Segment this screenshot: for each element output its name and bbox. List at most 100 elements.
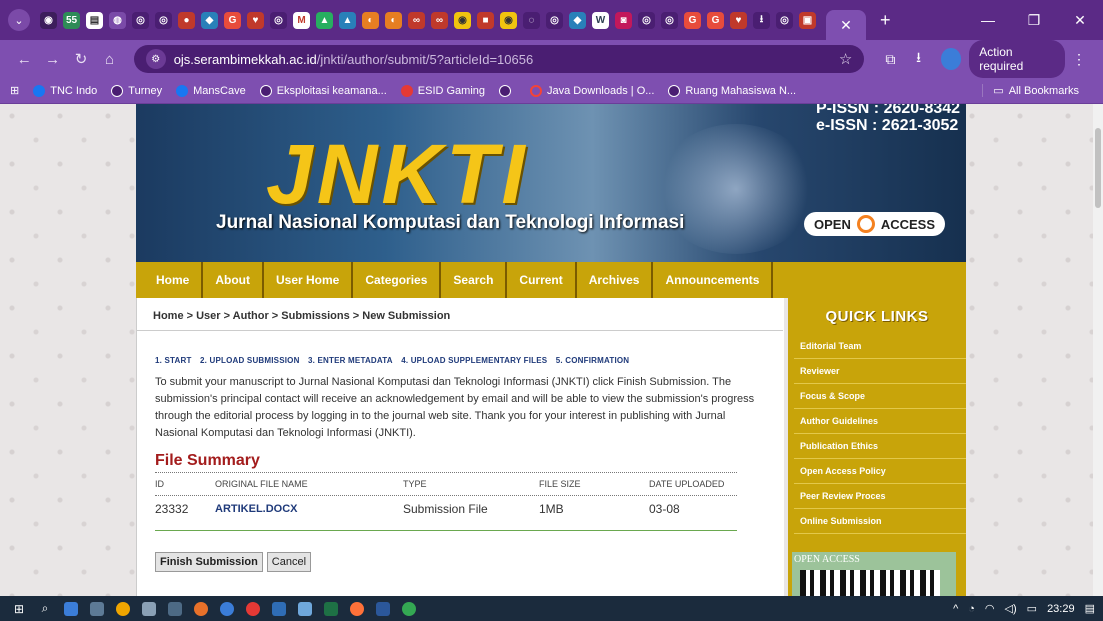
tab-icon[interactable]: ◙ [615, 11, 632, 29]
tab-icon[interactable]: ◐ [362, 11, 379, 29]
tab-icon[interactable]: G [224, 11, 241, 29]
taskbar-app-icon[interactable] [266, 596, 292, 621]
bookmark-item[interactable]: Turney [111, 84, 162, 97]
tab-icon[interactable]: ▤ [86, 11, 103, 29]
tab-icon[interactable]: ♥ [247, 11, 264, 29]
nav-about[interactable]: About [203, 262, 264, 298]
tab-icon[interactable]: ● [178, 11, 195, 29]
all-bookmarks-button[interactable]: ▭ All Bookmarks [982, 84, 1079, 97]
taskbar-app-icon[interactable] [84, 596, 110, 621]
tab-icon[interactable]: ▣ [799, 11, 816, 29]
tab-icon[interactable]: ♥ [730, 11, 747, 29]
step-start[interactable]: 1. START [155, 356, 192, 365]
network-icon[interactable]: ◔ [968, 603, 975, 615]
taskbar-app-icon[interactable] [370, 596, 396, 621]
taskbar-app-icon[interactable] [344, 596, 370, 621]
bookmark-star-icon[interactable]: ☆ [839, 50, 852, 68]
keyboard-icon[interactable]: ▭ [1027, 602, 1037, 615]
tab-icon[interactable]: ■ [477, 11, 494, 29]
clock[interactable]: 23:29 [1047, 603, 1075, 615]
tab-icon[interactable]: ◉ [500, 11, 517, 29]
wifi-icon[interactable]: ◠ [985, 602, 995, 615]
tab-icon[interactable]: ◎ [132, 11, 149, 29]
tab-icon[interactable]: G [707, 11, 724, 29]
restore-icon[interactable]: ❐ [1011, 12, 1057, 29]
chevron-up-icon[interactable]: ^ [953, 603, 958, 615]
volume-icon[interactable]: ◁) [1005, 602, 1017, 615]
taskbar-app-icon[interactable] [136, 596, 162, 621]
tab-icon[interactable]: ▲ [316, 11, 333, 29]
bookmark-item[interactable]: ESID Gaming [400, 84, 485, 97]
nav-home[interactable]: Home [144, 262, 204, 298]
tab-icon[interactable]: ◎ [546, 11, 563, 29]
tab-search-icon[interactable]: ⌄ [8, 9, 30, 31]
bookmark-item[interactable]: Ruang Mahasiswa N... [668, 84, 796, 97]
nav-search[interactable]: Search [441, 262, 508, 298]
sidebar-link-author-guidelines[interactable]: Author Guidelines [794, 409, 966, 434]
tab-icon[interactable]: ◎ [155, 11, 172, 29]
forward-icon[interactable]: → [38, 51, 66, 68]
close-tab-icon[interactable]: ✕ [826, 10, 866, 40]
tab-icon[interactable]: ◆ [569, 11, 586, 29]
sidebar-link-open-access-policy[interactable]: Open Access Policy [794, 459, 966, 484]
tab-icon[interactable]: ◎ [638, 11, 655, 29]
taskbar-app-icon[interactable] [188, 596, 214, 621]
sidebar-link-editorial-team[interactable]: Editorial Team [794, 334, 966, 359]
minimize-icon[interactable]: — [965, 12, 1011, 28]
sidebar-link-publication-ethics[interactable]: Publication Ethics [794, 434, 966, 459]
nav-user-home[interactable]: User Home [264, 262, 354, 298]
gmail-icon[interactable]: M [293, 11, 310, 29]
notification-icon[interactable]: ▤ [1085, 602, 1095, 615]
tab-icon[interactable]: G [684, 11, 701, 29]
home-icon[interactable]: ⌂ [95, 51, 123, 68]
tab-icon[interactable]: ∞ [431, 11, 448, 29]
tab-icon[interactable]: ∞ [408, 11, 425, 29]
search-icon[interactable]: ⌕ [32, 596, 58, 621]
tab-icon[interactable]: ◎ [270, 11, 287, 29]
step-supplementary[interactable]: 4. UPLOAD SUPPLEMENTARY FILES [401, 356, 547, 365]
bookmark-item[interactable]: TNC Indo [33, 84, 97, 97]
tab-icon[interactable]: ◐ [385, 11, 402, 29]
bookmark-item[interactable]: MansCave [176, 84, 246, 97]
nav-categories[interactable]: Categories [353, 262, 442, 298]
tab-icon[interactable]: 55 [63, 11, 80, 29]
sidebar-link-online-submission[interactable]: Online Submission [794, 509, 966, 534]
tab-icon[interactable]: ◉ [454, 11, 471, 29]
sidebar-link-reviewer[interactable]: Reviewer [794, 359, 966, 384]
apps-icon[interactable]: ⊞ [10, 84, 19, 97]
taskbar-app-icon[interactable] [58, 596, 84, 621]
step-metadata[interactable]: 3. ENTER METADATA [308, 356, 393, 365]
tab-icon[interactable]: ◎ [661, 11, 678, 29]
scrollbar-thumb[interactable] [1095, 128, 1101, 208]
menu-icon[interactable]: ⋮ [1065, 51, 1093, 68]
profile-avatar[interactable] [940, 48, 962, 70]
start-icon[interactable]: ⊞ [6, 596, 32, 621]
sidebar-link-peer-review[interactable]: Peer Review Proces [794, 484, 966, 509]
bookmark-item[interactable] [499, 84, 516, 97]
tab-icon[interactable]: ▲ [339, 11, 356, 29]
tab-icon[interactable]: ◆ [201, 11, 218, 29]
finish-submission-button[interactable]: Finish Submission [155, 552, 263, 572]
tab-icon[interactable]: ◎ [776, 11, 793, 29]
address-bar[interactable]: ⚙ ojs.serambimekkah.ac.id /jnkti/author/… [133, 45, 865, 73]
close-window-icon[interactable]: ✕ [1057, 12, 1103, 29]
extensions-icon[interactable]: ⧉ [876, 51, 904, 68]
tab-icon[interactable]: ◍ [109, 11, 126, 29]
sidebar-link-focus-scope[interactable]: Focus & Scope [794, 384, 966, 409]
page-scrollbar[interactable] [1093, 104, 1103, 596]
tab-icon[interactable]: ◌ [523, 11, 540, 29]
taskbar-app-icon[interactable] [162, 596, 188, 621]
taskbar-app-icon[interactable] [318, 596, 344, 621]
site-info-icon[interactable]: ⚙ [145, 49, 166, 69]
bookmark-item[interactable]: Eksploitasi keamana... [259, 84, 387, 97]
reload-icon[interactable]: ↻ [67, 50, 95, 68]
action-required-button[interactable]: Action required [969, 40, 1065, 78]
taskbar-app-icon[interactable] [292, 596, 318, 621]
step-upload[interactable]: 2. UPLOAD SUBMISSION [200, 356, 300, 365]
cancel-button[interactable]: Cancel [266, 552, 312, 572]
nav-announcements[interactable]: Announcements [653, 262, 774, 298]
taskbar-app-icon[interactable] [214, 596, 240, 621]
back-icon[interactable]: ← [10, 51, 38, 68]
nav-archives[interactable]: Archives [577, 262, 654, 298]
tab-icon[interactable]: ◉ [40, 11, 57, 29]
